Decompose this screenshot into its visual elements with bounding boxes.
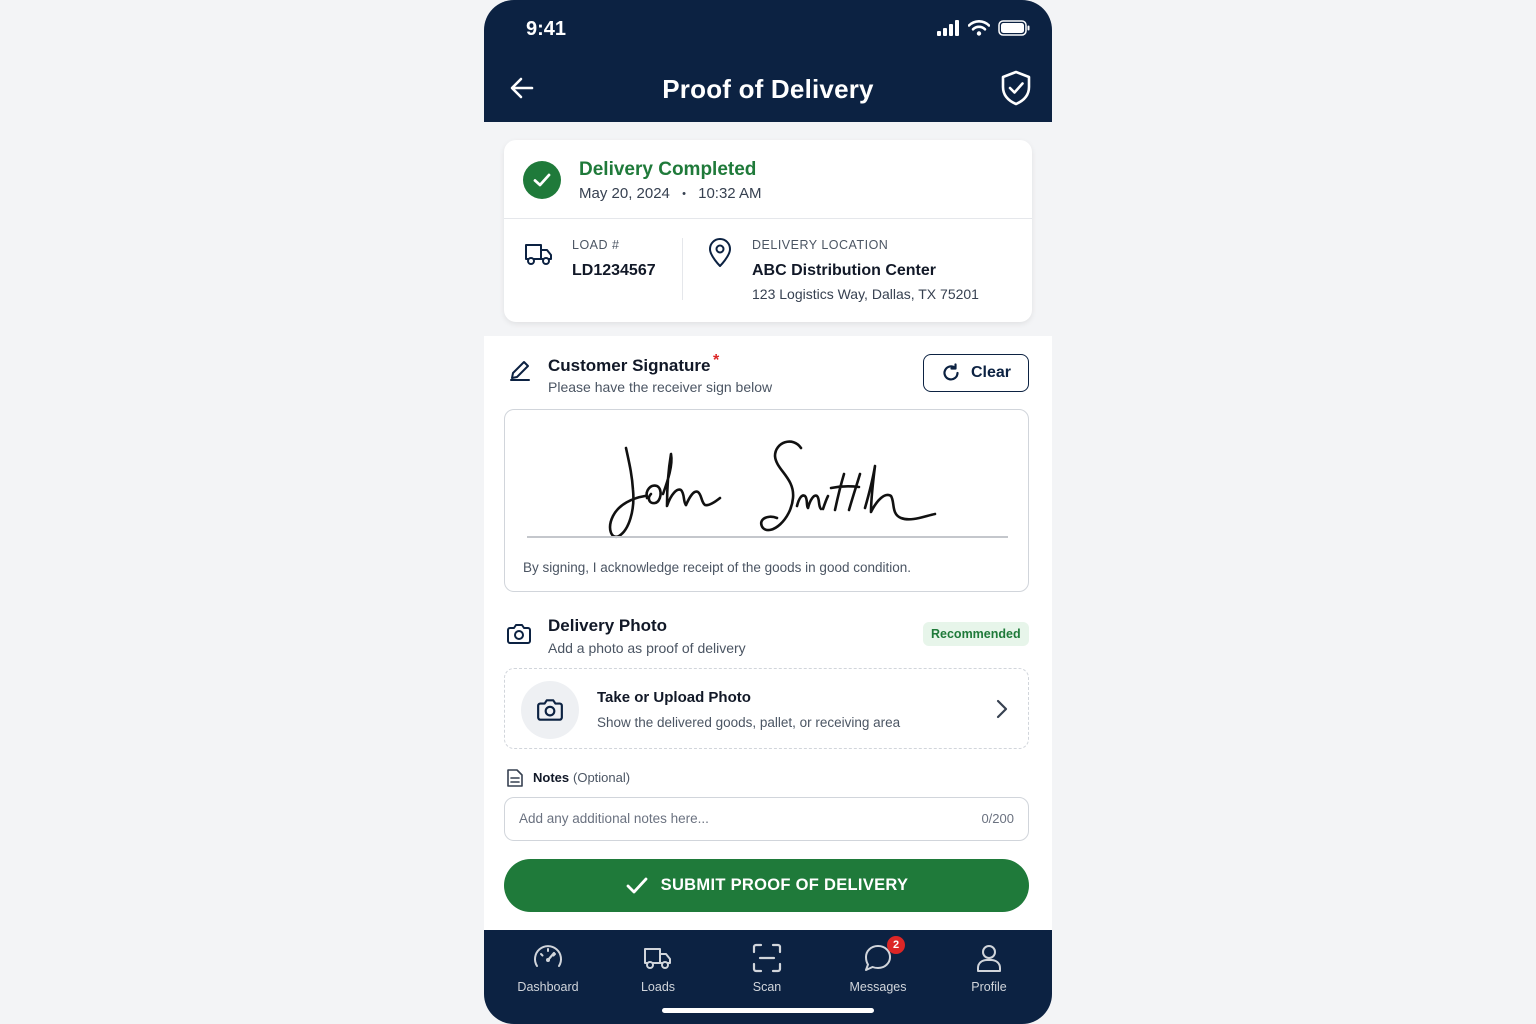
document-icon [507, 769, 523, 787]
nav-item-profile[interactable]: Profile [944, 940, 1034, 1000]
handwritten-signature [608, 440, 937, 539]
truck-icon [644, 948, 671, 969]
delivery-location-name: ABC Distribution Center [752, 262, 936, 279]
top-app-bar: 9:41 Proof of Delivery [484, 0, 1052, 122]
notes-character-count: 0/200 [981, 811, 1014, 826]
card-divider [504, 218, 1032, 219]
clear-label: Clear [970, 364, 1012, 381]
delivery-datetime: May 20, 2024 • 10:32 AM [579, 185, 762, 202]
battery-icon [998, 20, 1030, 36]
delivery-photo-subtitle: Add a photo as proof of delivery [548, 640, 746, 656]
notes-field: 0/200 [504, 797, 1029, 841]
nav-label-dashboard: Dashboard [517, 980, 579, 994]
refresh-icon [943, 363, 959, 381]
truck-icon [525, 244, 552, 265]
load-label: LOAD # [572, 238, 620, 252]
security-button[interactable] [998, 68, 1034, 108]
nav-label-messages: Messages [849, 980, 907, 994]
nav-item-loads[interactable]: Loads [613, 940, 703, 1000]
page-content: Delivery Completed May 20, 2024 • 10:32 … [484, 122, 1052, 930]
home-indicator [662, 1008, 874, 1013]
required-asterisk: * [713, 352, 720, 369]
signature-baseline [527, 536, 1008, 538]
shield-check-icon [1001, 70, 1031, 106]
delivery-location-address: 123 Logistics Way, Dallas, TX 75201 [752, 286, 979, 302]
messages-badge: 2 [887, 936, 905, 954]
upload-camera-circle [521, 681, 579, 739]
date-separator: • [682, 188, 686, 200]
nav-item-scan[interactable]: Scan [722, 940, 812, 1000]
delivery-photo-title: Delivery Photo [548, 616, 668, 635]
pen-icon [510, 361, 530, 381]
delivery-time: 10:32 AM [698, 185, 762, 202]
page-title: Proof of Delivery [662, 74, 874, 104]
upload-photo-button[interactable]: Take or Upload Photo Show the delivered … [504, 668, 1029, 749]
signature-acknowledgement: By signing, I acknowledge receipt of the… [523, 560, 912, 575]
scan-icon [752, 943, 782, 973]
notes-optional-label: (Optional) [573, 770, 631, 785]
phone-screen: 9:41 Proof of Delivery Delivery Complete… [484, 0, 1052, 1024]
speedometer-icon [534, 945, 562, 967]
clear-signature-button[interactable]: Clear [923, 354, 1029, 392]
bottom-navigation: Dashboard Loads Scan 2 Messages Profile [484, 930, 1052, 1024]
camera-icon [537, 699, 563, 721]
upload-title: Take or Upload Photo [597, 689, 751, 706]
camera-icon [507, 624, 531, 644]
upload-subtitle: Show the delivered goods, pallet, or rec… [597, 715, 901, 730]
load-number: LD1234567 [572, 262, 656, 279]
nav-label-loads: Loads [640, 980, 676, 994]
delivery-location-label: DELIVERY LOCATION [752, 238, 889, 252]
check-icon [626, 877, 648, 893]
submit-label: SUBMIT PROOF OF DELIVERY [660, 876, 909, 894]
signature-pad[interactable]: By signing, I acknowledge receipt of the… [504, 409, 1029, 592]
status-time: 9:41 [526, 18, 567, 40]
status-icons [936, 20, 1030, 36]
user-icon [977, 945, 1001, 972]
delivery-date: May 20, 2024 [579, 185, 670, 202]
recommended-badge: Recommended [923, 622, 1029, 646]
notes-input[interactable] [519, 798, 939, 839]
signature-subtitle: Please have the receiver sign below [548, 379, 773, 395]
chevron-right-icon [996, 699, 1008, 719]
signature-title: Customer Signature [548, 356, 711, 375]
notes-label: Notes [533, 770, 570, 785]
delivery-status-title: Delivery Completed [579, 159, 757, 180]
proof-form-panel: Customer Signature * Please have the rec… [484, 336, 1052, 930]
check-circle-icon [523, 161, 561, 199]
nav-item-messages[interactable]: 2 Messages [833, 936, 923, 1000]
nav-label-profile: Profile [971, 980, 1007, 994]
location-pin-icon [709, 238, 731, 267]
submit-proof-button[interactable]: SUBMIT PROOF OF DELIVERY [504, 859, 1029, 912]
nav-item-dashboard[interactable]: Dashboard [503, 940, 593, 1000]
cellular-signal-icon [937, 20, 959, 36]
nav-label-scan: Scan [752, 980, 782, 994]
wifi-icon [968, 20, 990, 36]
delivery-summary-card: Delivery Completed May 20, 2024 • 10:32 … [504, 140, 1032, 322]
vertical-divider [682, 238, 683, 300]
